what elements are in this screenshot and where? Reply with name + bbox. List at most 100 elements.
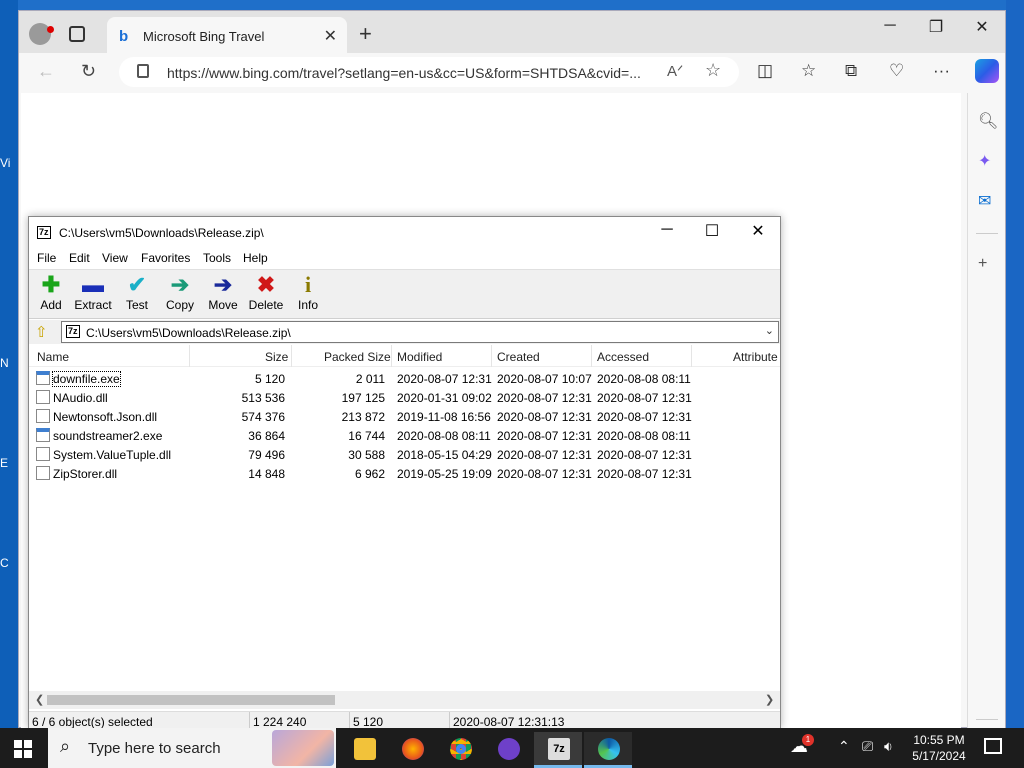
column-size[interactable]: Size (265, 350, 288, 364)
volume-icon[interactable]: 🔉︎ (884, 738, 893, 755)
column-divider[interactable] (291, 345, 292, 367)
chrome-icon (450, 738, 472, 760)
edge-app[interactable] (584, 732, 632, 768)
table-row[interactable]: soundstreamer2.exe 36 864 16 744 2020-08-08… (29, 426, 780, 445)
back-icon[interactable]: ← (37, 61, 55, 82)
read-aloud-icon[interactable]: Aᐟ (667, 62, 683, 80)
extract-button[interactable]: ▬ Extract (71, 272, 115, 312)
sidebar-divider (976, 719, 998, 720)
7zip-app[interactable]: 7z (534, 732, 582, 768)
favorite-star-icon[interactable]: ☆ (705, 60, 721, 81)
exe-file-icon (36, 428, 50, 442)
delete-button[interactable]: ✖ Delete (244, 272, 288, 312)
column-divider[interactable] (691, 345, 692, 367)
copilot-icon[interactable] (975, 59, 999, 83)
menu-view[interactable]: View (102, 251, 128, 265)
refresh-icon[interactable]: ↻ (81, 61, 96, 82)
info-button[interactable]: i Info (286, 272, 330, 312)
search-highlight-image[interactable] (272, 730, 334, 766)
file-explorer-app[interactable] (340, 732, 388, 768)
start-button[interactable] (14, 740, 32, 758)
path-text[interactable]: C:\Users\vm5\Downloads\Release.zip\ (86, 326, 291, 340)
clock[interactable]: 10:55 PM 5/17/2024 (904, 732, 974, 764)
file-size: 79 496 (248, 448, 285, 462)
chevron-up-icon[interactable]: ⌃ (838, 738, 850, 755)
outlook-icon[interactable]: ✉ (978, 191, 991, 211)
folder-up-icon[interactable]: ⇧ (35, 323, 48, 341)
copy-button[interactable]: ➔ Copy (158, 272, 202, 312)
scroll-right-icon[interactable]: ❯ (765, 693, 774, 706)
chevron-down-icon[interactable]: ⌄ (765, 324, 774, 337)
minimize-button[interactable]: ─ (644, 221, 690, 239)
column-modified[interactable]: Modified (397, 350, 442, 364)
menu-edit[interactable]: Edit (69, 251, 90, 265)
column-divider[interactable] (189, 345, 190, 367)
close-button[interactable]: ✕ (735, 221, 781, 241)
dll-file-icon (36, 390, 50, 404)
favorites-icon[interactable]: ☆ (801, 61, 816, 81)
column-created[interactable]: Created (497, 350, 540, 364)
copilot-sidebar-icon[interactable]: ✦ (978, 151, 991, 171)
restore-button[interactable]: ❐ (913, 17, 959, 37)
scroll-left-icon[interactable]: ❮ (35, 693, 44, 706)
test-button[interactable]: ✔ Test (115, 272, 159, 312)
taskbar-search-box[interactable]: ⌕ Type here to search (48, 728, 336, 768)
address-bar[interactable]: https://www.bing.com/travel?setlang=en-u… (119, 57, 739, 87)
column-divider[interactable] (491, 345, 492, 367)
menu-file[interactable]: File (37, 251, 56, 265)
network-icon[interactable]: ⎚ (862, 738, 873, 755)
tab-bing-travel[interactable]: b Microsoft Bing Travel ✕ (107, 17, 347, 53)
column-attributes[interactable]: Attribute (733, 350, 778, 364)
column-divider[interactable] (391, 345, 392, 367)
maximize-button[interactable]: ☐ (689, 221, 735, 241)
browser-essentials-icon[interactable]: ♡ (889, 61, 904, 81)
desktop-icon-label[interactable]: C (0, 556, 18, 570)
split-screen-icon[interactable]: ◫ (757, 61, 773, 81)
url-text[interactable]: https://www.bing.com/travel?setlang=en-u… (167, 65, 641, 81)
file-accessed: 2020-08-07 12:31 (597, 410, 692, 424)
collections-icon[interactable]: ⧉ (845, 61, 857, 81)
close-tab-icon[interactable]: ✕ (324, 26, 337, 46)
file-accessed: 2020-08-08 08:11 (597, 429, 691, 443)
chrome-app[interactable] (436, 732, 484, 768)
table-row[interactable]: NAudio.dll 513 536 197 125 2020-01-31 09:02… (29, 388, 780, 407)
column-accessed[interactable]: Accessed (597, 350, 649, 364)
desktop-icon-label[interactable]: Vi (0, 156, 18, 170)
menu-favorites[interactable]: Favorites (141, 251, 190, 265)
notification-center-icon[interactable] (984, 738, 1002, 754)
firefox-app[interactable] (388, 732, 436, 768)
table-row[interactable]: downfile.exe 5 120 2 011 2020-08-07 12:31 20… (29, 369, 780, 388)
file-name: soundstreamer2.exe (53, 429, 163, 443)
file-accessed: 2020-08-08 08:11 (597, 372, 691, 386)
more-menu-icon[interactable]: ··· (933, 61, 950, 81)
minimize-button[interactable]: ─ (867, 17, 913, 35)
menu-tools[interactable]: Tools (203, 251, 231, 265)
tab-actions-icon[interactable] (69, 26, 85, 42)
file-accessed: 2020-08-07 12:31 (597, 391, 692, 405)
github-desktop-app[interactable] (484, 732, 532, 768)
add-button[interactable]: ✚ Add (29, 272, 73, 312)
column-packed-size[interactable]: Packed Size (324, 350, 391, 364)
table-row[interactable]: Newtonsoft.Json.dll 574 376 213 872 2019-11… (29, 407, 780, 426)
file-created: 2020-08-07 10:07 (497, 372, 592, 386)
menu-help[interactable]: Help (243, 251, 268, 265)
scrollbar-thumb[interactable] (47, 695, 335, 705)
add-icon[interactable]: + (978, 255, 987, 273)
column-name[interactable]: Name (37, 350, 69, 364)
file-size: 5 120 (254, 372, 285, 386)
horizontal-scrollbar[interactable]: ❮ ❯ (29, 691, 780, 709)
close-window-button[interactable]: ✕ (959, 17, 1005, 37)
table-row[interactable]: ZipStorer.dll 14 848 6 962 2019-05-25 19:09… (29, 464, 780, 483)
path-combobox[interactable]: 7z C:\Users\vm5\Downloads\Release.zip\ ⌄ (61, 321, 779, 343)
file-accessed: 2020-08-07 12:31 (597, 448, 692, 462)
move-button[interactable]: ➔ Move (201, 272, 245, 312)
new-tab-button[interactable]: + (359, 21, 372, 47)
table-row[interactable]: System.ValueTuple.dll 79 496 30 588 2018-05… (29, 445, 780, 464)
lock-icon[interactable] (137, 64, 149, 78)
search-icon[interactable]: 🔍︎ (978, 111, 998, 131)
desktop-icon-label[interactable]: N (0, 356, 18, 370)
7zip-window: 7z C:\Users\vm5\Downloads\Release.zip\ ─… (28, 216, 781, 730)
file-accessed: 2020-08-07 12:31 (597, 467, 692, 481)
desktop-icon-label[interactable]: E (0, 456, 18, 470)
column-divider[interactable] (591, 345, 592, 367)
